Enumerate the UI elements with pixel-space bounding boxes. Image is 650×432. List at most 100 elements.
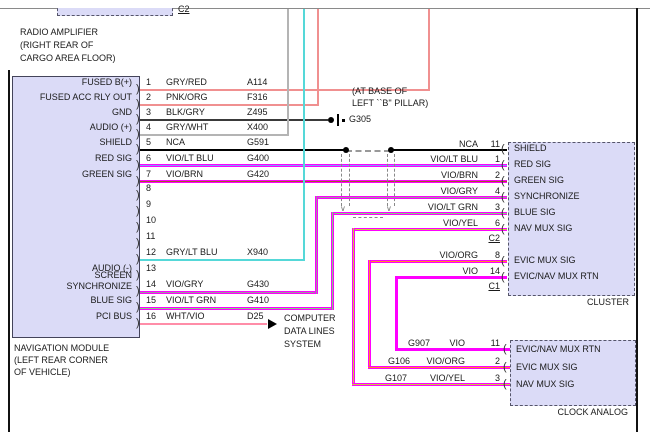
clock-pin-evic-rtn: EVIC/NAV MUX RTN xyxy=(516,344,601,355)
nav-module-caption-line3: OF VEHICLE) xyxy=(14,367,71,378)
clock-circuit-g907: G907 xyxy=(408,338,430,349)
cluster-pin-red-sig: RED SIG xyxy=(514,159,551,170)
pin13-num: 13 xyxy=(146,263,156,274)
computer-data-lines-arrow-icon xyxy=(268,319,277,329)
pin4-wire-code: GRY/WHT xyxy=(166,122,208,133)
cluster-wire-vio-brn: VIO/BRN xyxy=(441,170,478,181)
cluster-connector-c1: C1 xyxy=(488,281,500,292)
cluster-wire-vio-yel: VIO/YEL xyxy=(443,218,478,229)
clock-wire-vio-yel: VIO/YEL xyxy=(430,373,465,384)
cluster-wire-vio-org: VIO/ORG xyxy=(439,250,478,261)
pin-arc: ) xyxy=(136,190,140,201)
shield-dot-right xyxy=(388,147,394,153)
cluster-num-evic-rtn: 14 xyxy=(490,266,500,277)
ground-dot-small xyxy=(342,119,345,122)
ground-label: G305 xyxy=(349,114,371,125)
clock-pin-nav-mux: NAV MUX SIG xyxy=(516,379,574,390)
wire-gry-wht xyxy=(140,134,288,136)
wire-vio-gry-right xyxy=(315,196,507,199)
wire-pnk-org xyxy=(140,104,318,106)
page-border-left xyxy=(8,70,10,432)
wiring-diagram: C2 RADIO AMPLIFIER (RIGHT REAR OF CARGO … xyxy=(0,0,650,432)
ground-bar xyxy=(337,114,339,126)
page-border-right xyxy=(636,8,638,432)
ground-location-line2: LEFT ``B'' PILLAR) xyxy=(352,98,428,109)
pin3-wire-code: BLK/GRY xyxy=(166,107,205,118)
ground-location-line1: (AT BASE OF xyxy=(352,86,407,97)
ground-junction-dot xyxy=(328,117,334,123)
wire-vio-yel-top xyxy=(352,228,507,231)
cluster-wire-nca: NCA xyxy=(459,139,478,150)
pin4-num: 4 xyxy=(146,122,151,133)
cluster-arc: ( xyxy=(501,224,505,235)
pin3-circuit: Z495 xyxy=(247,107,268,118)
pin12-num: 12 xyxy=(146,247,156,258)
nav-pin1-label: FUSED B(+) xyxy=(14,77,132,88)
wire-vio-gry-vertical xyxy=(315,196,318,294)
computer-data-lines-line2: DATA LINES xyxy=(284,326,335,337)
clock-wire-vio-org: VIO/ORG xyxy=(426,356,465,367)
cluster-arc: ( xyxy=(501,272,505,283)
wire-vio-gry-left xyxy=(140,291,317,294)
cluster-name: CLUSTER xyxy=(587,297,629,308)
cluster-arc: ( xyxy=(501,256,505,267)
pin-arc: ) xyxy=(136,270,140,281)
wire-gry-red-vertical xyxy=(428,9,430,91)
pin15-num: 15 xyxy=(146,295,156,306)
cluster-arc: ( xyxy=(501,176,505,187)
pin7-circuit: G420 xyxy=(247,169,269,180)
pin-arc: ) xyxy=(136,206,140,217)
wire-vio-org-vertical xyxy=(368,260,371,369)
nav-pin5-label: SHIELD xyxy=(14,137,132,148)
pin5-num: 5 xyxy=(146,137,151,148)
pin4-circuit: X400 xyxy=(247,122,268,133)
nav-pin7-label: GREEN SIG xyxy=(14,169,132,180)
radio-amplifier-title-line1: RADIO AMPLIFIER xyxy=(20,27,98,38)
radio-amplifier-title-line3: CARGO AREA FLOOR) xyxy=(20,53,116,64)
pin6-num: 6 xyxy=(146,153,151,164)
clock-num-2: 2 xyxy=(495,356,500,367)
nav-pin2-label: FUSED ACC RLY OUT xyxy=(14,92,132,103)
pin2-num: 2 xyxy=(146,92,151,103)
cluster-arc: ( xyxy=(501,160,505,171)
cluster-num-red-sig: 1 xyxy=(495,154,500,165)
wire-gry-lt-blu xyxy=(140,259,305,261)
cluster-num-synchronize: 4 xyxy=(495,186,500,197)
cluster-num-nav-mux: 6 xyxy=(495,218,500,229)
pin16-circuit: D25 xyxy=(247,311,264,322)
wire-nca-shield-right xyxy=(390,149,507,151)
pin2-wire-code: PNK/ORG xyxy=(166,92,208,103)
pin12-wire-code: GRY/LT BLU xyxy=(166,247,218,258)
computer-data-lines-line1: COMPUTER xyxy=(284,313,336,324)
radio-amplifier-title-line2: (RIGHT REAR OF xyxy=(20,40,93,51)
pin-arc: ) xyxy=(136,238,140,249)
wire-vio-org-top xyxy=(368,260,507,263)
cluster-wire-vio: VIO xyxy=(462,266,478,277)
cluster-pin-evic-mux: EVIC MUX SIG xyxy=(514,255,576,266)
clock-arc: ( xyxy=(503,379,507,390)
wire-gry-wht-vertical xyxy=(287,9,289,136)
wire-vio-lt-grn-right xyxy=(331,212,507,215)
cluster-num-blue-sig: 3 xyxy=(495,202,500,213)
pin5-circuit: G591 xyxy=(247,137,269,148)
wire-nca-shield-dashed xyxy=(346,150,390,152)
pin16-wire-code: WHT/VIO xyxy=(166,311,205,322)
wire-vio-vertical xyxy=(395,276,398,351)
pin14-wire-code: VIO/GRY xyxy=(166,279,203,290)
shield-dot-left xyxy=(343,147,349,153)
clock-circuit-g107: G107 xyxy=(385,373,407,384)
pin15-circuit: G410 xyxy=(247,295,269,306)
pin14-circuit: G430 xyxy=(247,279,269,290)
clock-name: CLOCK ANALOG xyxy=(557,407,628,418)
pin8-num: 8 xyxy=(146,183,151,194)
nav-pin4-label: AUDIO (+) xyxy=(14,122,132,133)
cluster-pin-shield: SHIELD xyxy=(514,143,547,154)
cluster-num-shield: 11 xyxy=(491,139,500,150)
pin-arc: ) xyxy=(136,222,140,233)
nav-pin3-label: GND xyxy=(14,107,132,118)
clock-arc: ( xyxy=(503,362,507,373)
pin2-circuit: F316 xyxy=(247,92,268,103)
pin12-circuit: X940 xyxy=(247,247,268,258)
pin3-num: 3 xyxy=(146,107,151,118)
pin7-num: 7 xyxy=(146,169,151,180)
